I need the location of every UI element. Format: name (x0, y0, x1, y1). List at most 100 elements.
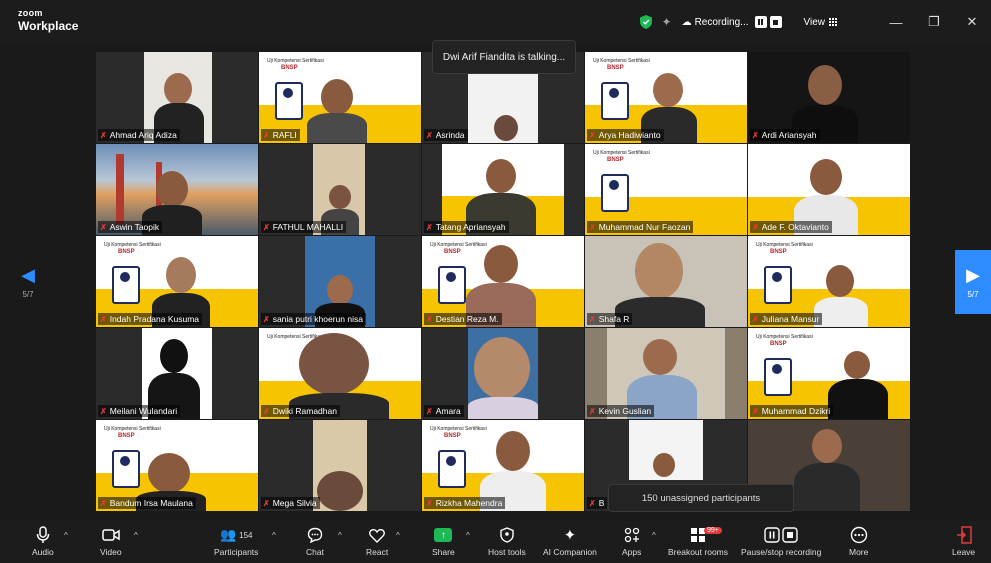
ai-companion-button[interactable]: ✦ AI Companion (543, 525, 597, 561)
mic-muted-icon: ✗ (263, 498, 270, 508)
breakout-rooms-badge: 99+ (704, 527, 722, 534)
leave-door-icon (956, 525, 972, 545)
video-tile[interactable]: Uji Kompetensi Sertifikasi BNSP ✗ RAFLI (259, 52, 421, 143)
video-button[interactable]: Video (100, 525, 122, 561)
next-page-button[interactable]: ▶ 5/7 (955, 250, 991, 314)
slide-brand: BNSP (118, 433, 135, 439)
slide-brand: BNSP (118, 249, 135, 255)
video-camera-icon (102, 525, 120, 545)
previous-page-button[interactable]: ◀ 5/7 (10, 250, 46, 314)
leave-button[interactable]: Leave (952, 525, 975, 561)
chat-button[interactable]: Chat (306, 525, 324, 561)
slide-illustration (275, 82, 303, 120)
participant-name-tag: ✗ Asrinda (424, 129, 468, 141)
mic-muted-icon: ✗ (426, 222, 433, 232)
participants-options-caret-icon[interactable]: ^ (272, 531, 276, 540)
share-options-caret-icon[interactable]: ^ (466, 531, 470, 540)
video-tile[interactable]: Uji Kompetensi Sertifikasi BNSP ✗ Bandum I… (96, 420, 258, 511)
participant-name-tag: ✗ Meilani Wulandari (98, 405, 181, 417)
pause-recording-icon[interactable] (754, 16, 767, 28)
participant-name-tag: ✗ Ardi Ariansyah (750, 129, 820, 141)
video-tile[interactable]: ✗ FATHUL MAHALLI (259, 144, 421, 235)
chat-label: Chat (306, 547, 324, 557)
restore-button[interactable]: ❐ (915, 0, 953, 44)
video-options-caret-icon[interactable]: ^ (134, 531, 138, 540)
mic-muted-icon: ✗ (589, 406, 596, 416)
video-tile[interactable]: ✗ Ade F. Oktavianto (748, 144, 910, 235)
shield-icon[interactable] (639, 15, 652, 29)
mic-muted-icon: ✗ (426, 314, 433, 324)
slide-illustration (764, 358, 792, 396)
audio-options-caret-icon[interactable]: ^ (64, 531, 68, 540)
apps-options-caret-icon[interactable]: ^ (652, 531, 656, 540)
video-tile[interactable]: Uji Kompetensi Sertifikasi BNSP ✗ Arya Had… (585, 52, 747, 143)
participant-name-tag: ✗ sania putri khoerun nisa (261, 313, 366, 325)
host-tools-button[interactable]: Host tools (488, 525, 526, 561)
apps-button[interactable]: Apps (622, 525, 641, 561)
react-button[interactable]: React (366, 525, 388, 561)
leave-label: Leave (952, 547, 976, 557)
video-tile[interactable]: ✗ Ahmad Ariq Adiza (96, 52, 258, 143)
zoom-logo: zoom Workplace (18, 8, 78, 33)
slide-brand: BNSP (770, 249, 787, 255)
video-tile[interactable]: ✗ sania putri khoerun nisa (259, 236, 421, 327)
slide-title: Uji Kompetensi Sertifikasi (430, 426, 487, 432)
mic-muted-icon: ✗ (752, 406, 759, 416)
breakout-rooms-button[interactable]: 99+ Breakout rooms (668, 525, 728, 561)
slide-illustration (764, 266, 792, 304)
video-tile[interactable]: ✗ Amara (422, 328, 584, 419)
slide-title: Uji Kompetensi Sertifikasi (593, 150, 650, 156)
participant-name-tag: ✗ RAFLI (261, 129, 300, 141)
mic-muted-icon: ✗ (752, 130, 759, 140)
slide-brand: BNSP (281, 65, 298, 71)
participants-button[interactable]: 👥 154 Participants (214, 525, 258, 561)
ai-sparkle-icon: ✦ (563, 527, 577, 544)
video-tile[interactable]: Uji Kompetensi Sertifikasi BNSP ✗ Rizkha M… (422, 420, 584, 511)
video-tile[interactable]: ✗ Kevin Guslian (585, 328, 747, 419)
ai-sparkle-icon[interactable]: ✦ (662, 15, 672, 29)
slide-illustration (601, 174, 629, 212)
recording-indicator[interactable]: ☁ Recording... (682, 16, 782, 28)
participant-name-tag: ✗ Ahmad Ariq Adiza (98, 129, 180, 141)
mic-muted-icon: ✗ (426, 130, 433, 140)
mic-muted-icon: ✗ (100, 314, 107, 324)
react-options-caret-icon[interactable]: ^ (396, 531, 400, 540)
slide-illustration (112, 450, 140, 488)
slide-title: Uji Kompetensi Sertifikasi (756, 242, 813, 248)
video-tile[interactable]: Uji Kompetensi Sertifikasi BNSP ✗ Muhammad… (748, 328, 910, 419)
participants-icon: 👥 (219, 527, 237, 542)
chat-options-caret-icon[interactable]: ^ (338, 531, 342, 540)
participant-name-tag: ✗ Juliana Mansur (750, 313, 823, 325)
video-tile[interactable]: Uji Kompetensi Sertifikasi BNSP ✗ Juliana … (748, 236, 910, 327)
participant-name-tag: ✗ Arya Hadiwianto (587, 129, 664, 141)
meeting-toolbar: Audio ^ Video ^ 👥 154 Participants ^ Chat… (0, 521, 991, 563)
pause-stop-recording-button[interactable]: Pause/stop recording (741, 525, 821, 561)
audio-label: Audio (32, 547, 54, 557)
title-bar: zoom Workplace ✦ ☁ Recording... View — ❐… (0, 0, 991, 44)
stop-recording-icon[interactable] (769, 16, 782, 28)
video-tile[interactable]: Uji Kompetensi Sertifikasi BNSP ✗ Indah Pr… (96, 236, 258, 327)
mic-muted-icon: ✗ (100, 406, 107, 416)
video-tile[interactable]: ✗ Shafa R (585, 236, 747, 327)
unassigned-participants-notice[interactable]: 150 unassigned participants (608, 484, 794, 512)
brand-top: zoom (18, 8, 43, 18)
video-tile[interactable]: Uji Kompetensi Sertifikasi BNSP ✗ Muhammad… (585, 144, 747, 235)
more-button[interactable]: More (849, 525, 868, 561)
breakout-rooms-label: Breakout rooms (668, 547, 728, 557)
video-tile[interactable]: ✗ Ardi Ariansyah (748, 52, 910, 143)
close-button[interactable]: ✕ (953, 0, 991, 44)
mic-muted-icon: ✗ (589, 222, 596, 232)
minimize-button[interactable]: — (877, 0, 915, 44)
audio-button[interactable]: Audio (32, 525, 54, 561)
video-tile[interactable]: Uji Kompetensi Sertifikasi ✗ Dwiki Ramadh… (259, 328, 421, 419)
video-tile[interactable]: ✗ Meilani Wulandari (96, 328, 258, 419)
video-tile[interactable]: ✗ Tatang Apriansyah (422, 144, 584, 235)
mic-muted-icon: ✗ (263, 314, 270, 324)
mic-muted-icon: ✗ (589, 498, 596, 508)
video-tile[interactable]: Uji Kompetensi Sertifikasi BNSP ✗ Destian … (422, 236, 584, 327)
mic-muted-icon: ✗ (263, 222, 270, 232)
view-button[interactable]: View (804, 17, 837, 28)
video-tile[interactable]: ✗ Mega Silvia (259, 420, 421, 511)
video-tile[interactable]: ✗ Aswin Taopik (96, 144, 258, 235)
share-button[interactable]: ↑ Share (432, 525, 455, 561)
